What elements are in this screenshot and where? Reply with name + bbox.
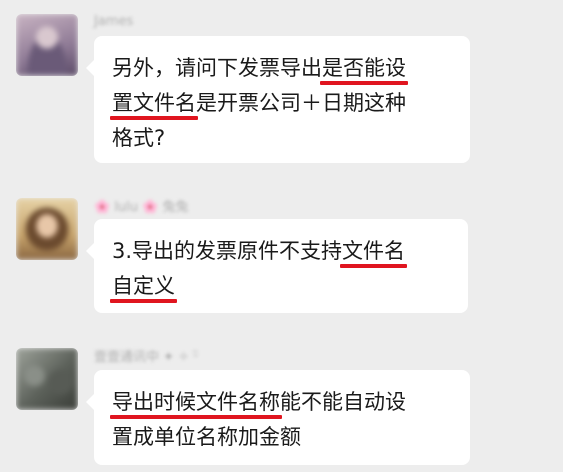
avatar-contact[interactable] [16,348,78,410]
sender-name: 🌸 lulu 🌸 兔兔 [94,200,189,215]
message-line: 置文件名是开票公司＋日期这种 [112,91,406,115]
message-line: 自定义 [112,269,450,304]
chat-window: { "messages": [ { "sender": "James", "li… [0,0,563,472]
message-line: 另外，请问下发票导出是否能设 [112,56,406,80]
sender-name: 壹壹通讯中 ✦ ✧ ᵕ̈ [94,350,199,365]
message-bubble[interactable]: 导出时候文件名称能不能自动设 置成单位名称加金额 [86,370,470,465]
sender-name: James [94,14,134,29]
underline-mark: 置文件名 [112,91,196,115]
underline-mark: 导出时候文件名称 [112,390,280,414]
underline-mark: 自定义 [112,274,175,298]
message-bubble[interactable]: 3.导出的发票原件不支持文件名 自定义 [86,219,468,313]
message-line: 置成单位名称加金额 [112,425,301,449]
avatar-lulu[interactable] [16,198,78,260]
underline-mark: 是否能设 [322,56,406,80]
message-line: 导出时候文件名称能不能自动设 [112,390,406,414]
avatar-james[interactable] [16,14,78,76]
message-bubble[interactable]: 另外，请问下发票导出是否能设 置文件名是开票公司＋日期这种 格式? [86,36,470,163]
message-line: 3.导出的发票原件不支持文件名 [112,239,406,263]
underline-mark: 文件名 [342,239,406,263]
message-line: 格式? [112,126,166,150]
